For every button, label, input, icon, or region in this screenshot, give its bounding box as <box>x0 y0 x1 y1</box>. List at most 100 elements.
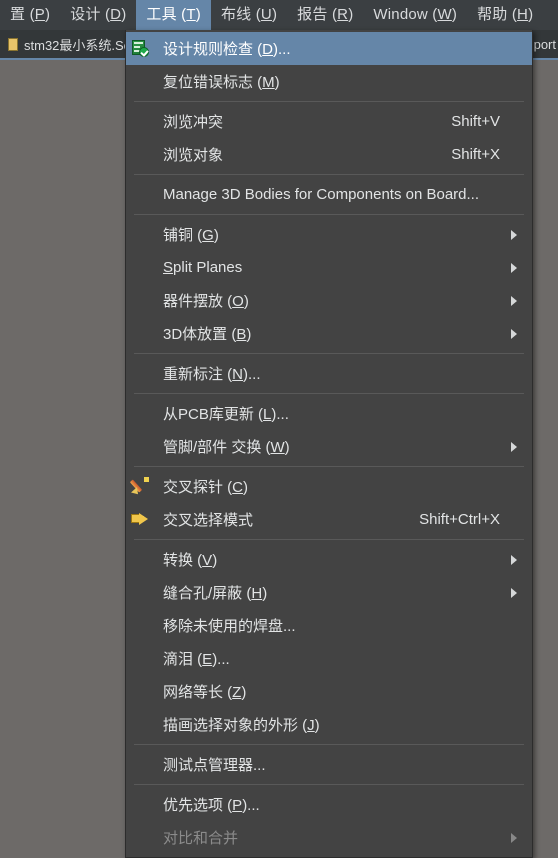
menu-item-label: 铺铜 (G) <box>163 227 219 244</box>
menu-item-icon-gutter <box>126 105 159 138</box>
menu-item-shortcut: Shift+X <box>451 146 500 163</box>
menubar-item-label: 设计 (D) <box>70 6 127 23</box>
menu-item-teardrops[interactable]: 滴泪 (E)... <box>126 642 532 675</box>
menu-item-icon-gutter <box>126 397 159 430</box>
menu-separator-5 <box>134 393 524 394</box>
menu-item-label: 缝合孔/屏蔽 (H) <box>163 585 268 602</box>
menu-item-icon-gutter <box>126 748 159 781</box>
menu-item-label: Manage 3D Bodies for Components on Board… <box>163 186 480 203</box>
cross-select-mode-icon <box>131 511 150 528</box>
menu-item-via-stitching-shielding[interactable]: 缝合孔/屏蔽 (H) <box>126 576 532 609</box>
menu-item-icon-gutter <box>126 576 159 609</box>
submenu-arrow-icon <box>511 328 517 339</box>
menu-separator-1 <box>134 101 524 102</box>
menu-item-label: 浏览对象 <box>163 147 224 164</box>
submenu-arrow-icon <box>511 832 517 843</box>
menu-item-label: 交叉选择模式 <box>163 512 254 529</box>
menu-item-icon-gutter <box>126 788 159 821</box>
menu-item-equalize-net-lengths[interactable]: 网络等长 (Z) <box>126 675 532 708</box>
menu-item-remove-unused-pad-shapes[interactable]: 移除未使用的焊盘... <box>126 609 532 642</box>
menubar-item-label: 布线 (U) <box>220 6 278 23</box>
menu-item-convert[interactable]: 转换 (V) <box>126 543 532 576</box>
menu-item-icon-gutter <box>126 357 159 390</box>
menubar-item-help[interactable]: 帮助 (H) <box>467 0 543 30</box>
menu-item-icon-gutter <box>126 218 159 251</box>
menu-item-update-from-pcb-library[interactable]: 从PCB库更新 (L)... <box>126 397 532 430</box>
menu-item-label: 管脚/部件 交换 (W) <box>163 439 290 456</box>
menu-item-compare-and-merge: 对比和合并 <box>126 821 532 854</box>
menu-item-manage-3d-bodies[interactable]: Manage 3D Bodies for Components on Board… <box>126 178 532 211</box>
menubar-item-label: Window (W) <box>373 6 458 23</box>
submenu-arrow-icon <box>511 554 517 565</box>
menu-item-icon-gutter <box>126 138 159 171</box>
document-tab-label: stm32最小系统.Sc <box>24 38 131 53</box>
menu-item-icon-gutter <box>126 675 159 708</box>
menu-item-label: 3D体放置 (B) <box>163 326 252 343</box>
menu-item-label: Split Planes <box>163 259 243 276</box>
menu-item-design-rule-check[interactable]: 设计规则检查 (D)... <box>126 32 532 65</box>
menu-separator-4 <box>134 353 524 354</box>
menu-item-icon-gutter <box>126 708 159 741</box>
menu-item-re-annotate[interactable]: 重新标注 (N)... <box>126 357 532 390</box>
menu-separator-7 <box>134 539 524 540</box>
menubar-item-settings[interactable]: 置 (P) <box>0 0 60 30</box>
menu-item-icon-gutter <box>126 32 159 65</box>
tools-dropdown-menu[interactable]: 设计规则检查 (D)... 复位错误标志 (M) 浏览冲突 Shift+V 浏览对象 Sh… <box>125 30 533 858</box>
menu-item-testpoint-manager[interactable]: 测试点管理器... <box>126 748 532 781</box>
menu-item-browse-violations[interactable]: 浏览冲突 Shift+V <box>126 105 532 138</box>
menu-item-cross-select-mode[interactable]: 交叉选择模式 Shift+Ctrl+X <box>126 503 532 536</box>
menu-item-icon-gutter <box>126 821 159 854</box>
menu-item-shortcut: Shift+Ctrl+X <box>419 511 500 528</box>
menu-item-3d-body-placement[interactable]: 3D体放置 (B) <box>126 317 532 350</box>
menu-item-label: 重新标注 (N)... <box>163 366 261 383</box>
menu-item-label: 优先选项 (P)... <box>163 797 260 814</box>
menubar-item-route[interactable]: 布线 (U) <box>211 0 287 30</box>
menu-item-icon-gutter <box>126 609 159 642</box>
menu-item-label: 滴泪 (E)... <box>163 651 230 668</box>
menu-item-shortcut: Shift+V <box>451 113 500 130</box>
menu-separator-2 <box>134 174 524 175</box>
menu-item-label: 对比和合并 <box>163 830 239 847</box>
menu-item-component-placement[interactable]: 器件摆放 (O) <box>126 284 532 317</box>
menubar-item-label: 置 (P) <box>10 6 51 23</box>
main-menu-bar: 置 (P) 设计 (D) 工具 (T) 布线 (U) 报告 (R) Window (W) 帮… <box>0 0 558 30</box>
menu-item-label: 浏览冲突 <box>163 114 224 131</box>
menu-item-cross-probe[interactable]: 交叉探针 (C) <box>126 470 532 503</box>
menu-item-split-planes[interactable]: Split Planes <box>126 251 532 284</box>
menubar-item-tools[interactable]: 工具 (T) <box>136 0 211 30</box>
document-icon <box>8 38 18 51</box>
menu-item-label: 从PCB库更新 (L)... <box>163 406 289 423</box>
menu-item-reset-error-markers[interactable]: 复位错误标志 (M) <box>126 65 532 98</box>
menu-item-label: 设计规则检查 (D)... <box>163 41 291 58</box>
menubar-item-design[interactable]: 设计 (D) <box>60 0 136 30</box>
menu-item-preferences[interactable]: 优先选项 (P)... <box>126 788 532 821</box>
submenu-arrow-icon <box>511 295 517 306</box>
menu-item-pin-part-swap[interactable]: 管脚/部件 交换 (W) <box>126 430 532 463</box>
menubar-item-label: 帮助 (H) <box>477 6 534 23</box>
menu-item-browse-objects[interactable]: 浏览对象 Shift+X <box>126 138 532 171</box>
menu-item-label: 转换 (V) <box>163 552 218 569</box>
menu-item-icon-gutter <box>126 642 159 675</box>
menu-item-icon-gutter <box>126 178 159 211</box>
menubar-item-label: 工具 (T) <box>146 6 201 23</box>
menu-item-outline-selected-objects[interactable]: 描画选择对象的外形 (J) <box>126 708 532 741</box>
menu-item-label: 描画选择对象的外形 (J) <box>163 717 320 734</box>
menu-item-icon-gutter <box>126 317 159 350</box>
menu-item-icon-gutter <box>126 543 159 576</box>
menu-item-icon-gutter <box>126 470 159 503</box>
menu-separator-8 <box>134 744 524 745</box>
menu-item-label: 移除未使用的焊盘... <box>163 618 296 635</box>
menubar-item-window[interactable]: Window (W) <box>363 0 467 30</box>
submenu-arrow-icon <box>511 262 517 273</box>
menubar-item-reports[interactable]: 报告 (R) <box>287 0 363 30</box>
menu-separator-9 <box>134 784 524 785</box>
menu-item-polygon-pours[interactable]: 铺铜 (G) <box>126 218 532 251</box>
document-tab-stm32[interactable]: stm32最小系统.Sc <box>0 30 138 59</box>
menu-item-label: 网络等长 (Z) <box>163 684 247 701</box>
submenu-arrow-icon <box>511 229 517 240</box>
drc-check-icon <box>132 40 149 57</box>
document-tab-partial-right: port <box>533 37 556 52</box>
menu-item-label: 复位错误标志 (M) <box>163 74 280 91</box>
menu-item-label: 交叉探针 (C) <box>163 479 249 496</box>
menu-separator-6 <box>134 466 524 467</box>
